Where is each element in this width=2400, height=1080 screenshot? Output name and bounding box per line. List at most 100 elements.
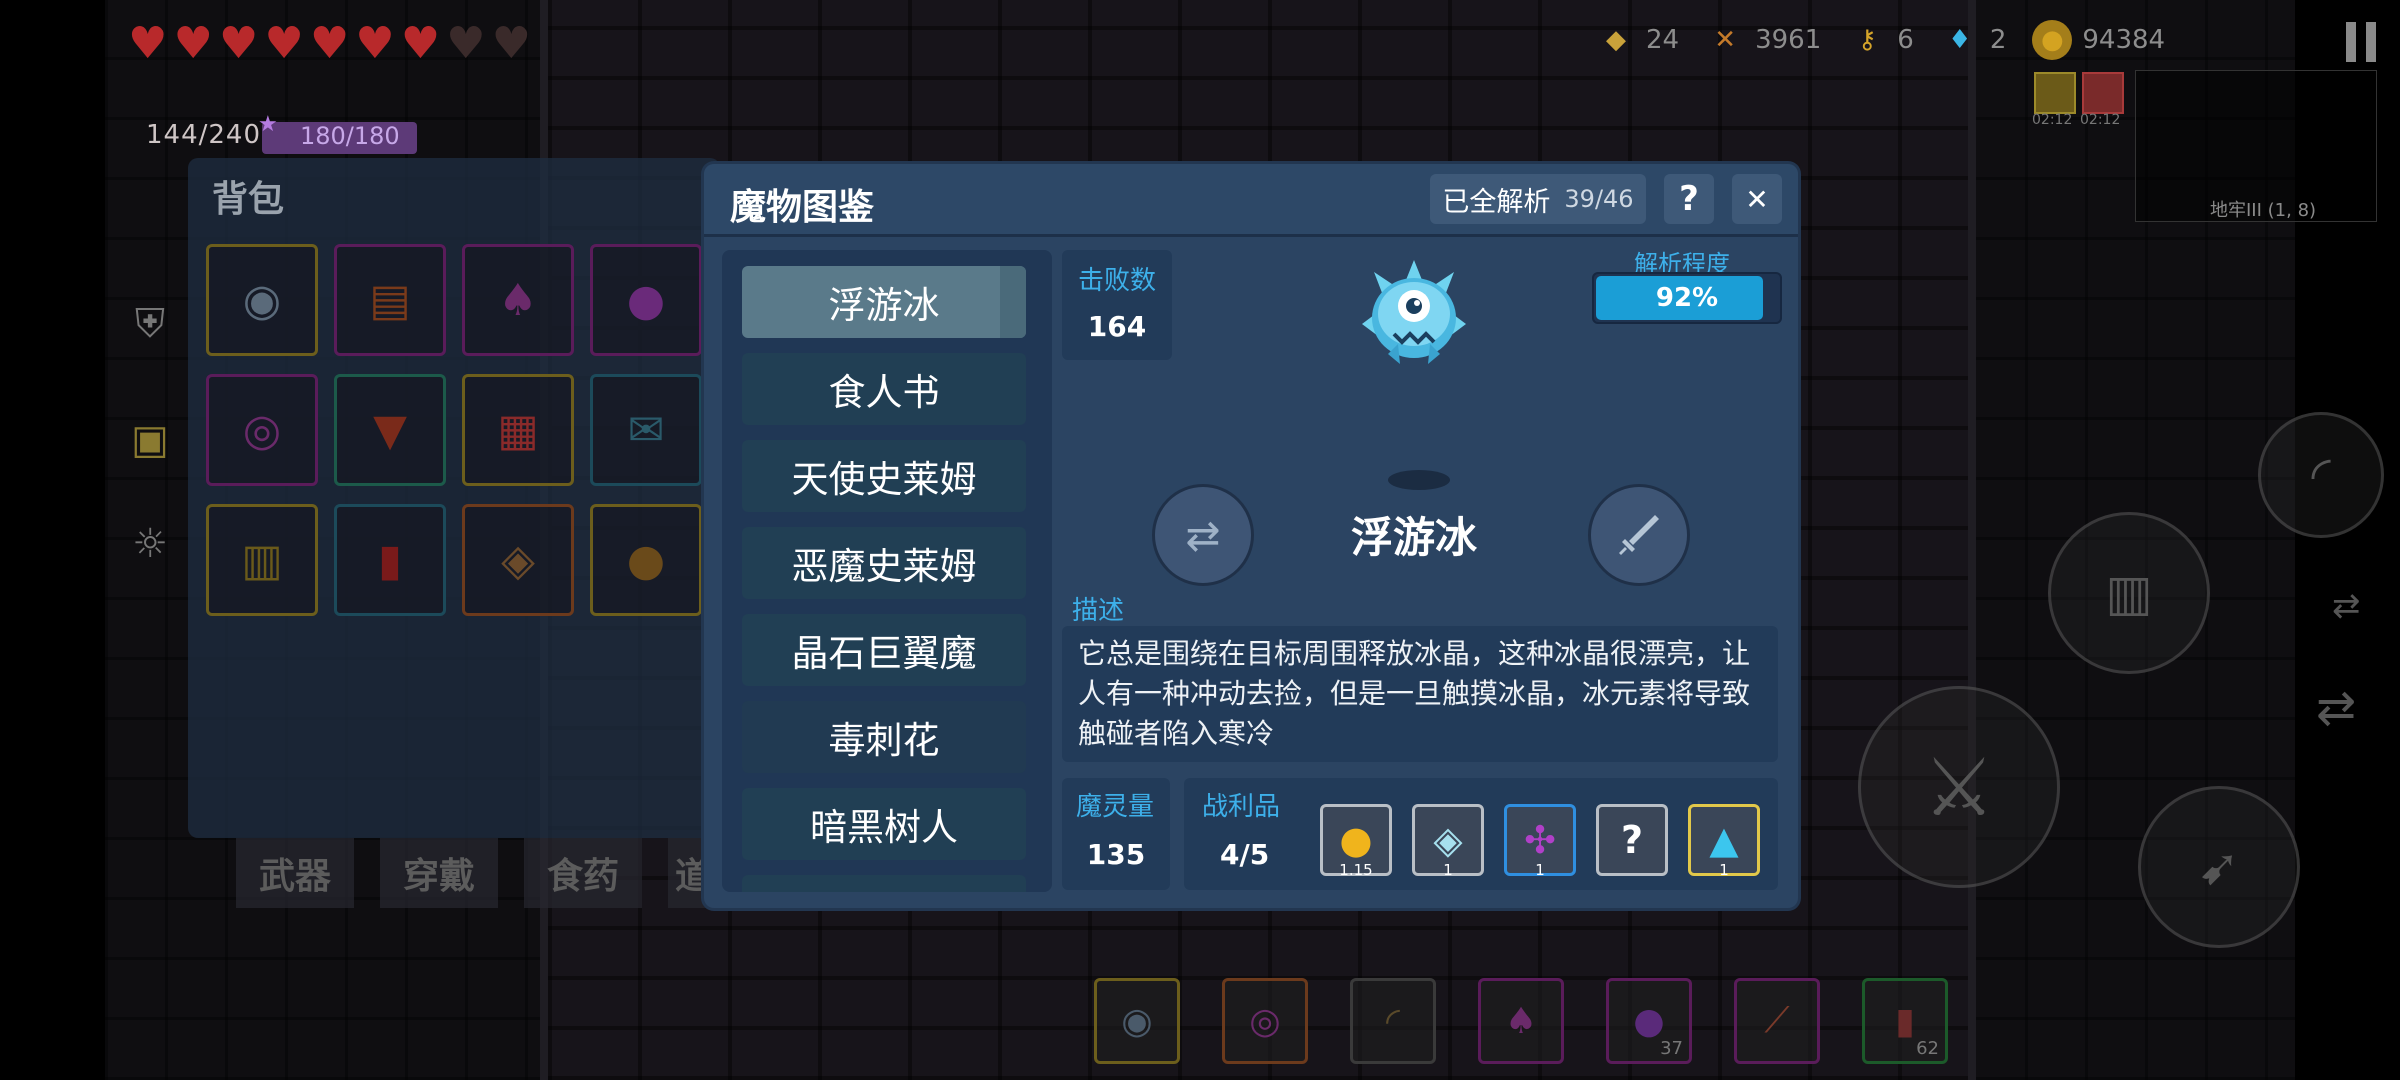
gem-crest-icon: ◆ bbox=[1606, 25, 1626, 55]
attack-button[interactable]: ⚔ bbox=[1858, 686, 2060, 888]
tab-food-medicine[interactable]: 食药 bbox=[524, 838, 642, 908]
swap-icon[interactable]: ⇄ bbox=[2332, 586, 2361, 626]
heart-icon: ♥ bbox=[218, 18, 259, 69]
monster-list-item[interactable]: 天使史莱姆 bbox=[742, 440, 1026, 512]
inventory-slot[interactable]: ▤ bbox=[334, 244, 446, 356]
inventory-slot[interactable]: ◎ bbox=[206, 374, 318, 486]
loot-item-count: 1 bbox=[1443, 861, 1453, 879]
resource-key: ⚷ 6 bbox=[1847, 20, 1914, 60]
buff-icon bbox=[2034, 72, 2076, 114]
monster-list-label: 食人书 bbox=[828, 371, 940, 414]
monster-list-item[interactable] bbox=[742, 875, 1026, 892]
treasure-chest-icon[interactable]: ▣ bbox=[122, 412, 178, 468]
hotbar-slot[interactable]: ⟋ bbox=[1734, 978, 1820, 1064]
loot-box: 战利品 4/5 ● 1.15 ◈ 1 ✣ 1 ? ▲ 1 bbox=[1184, 778, 1778, 890]
sprite-shadow bbox=[1388, 470, 1450, 490]
ice-crystal-icon: ▲ bbox=[1709, 818, 1739, 862]
resource-gem-crest: ◆ 24 bbox=[1596, 20, 1679, 60]
switch-weapon-icon[interactable]: ⇄ bbox=[2316, 680, 2356, 736]
hotbar-slot[interactable]: ♠ bbox=[1478, 978, 1564, 1064]
item-quick-button[interactable]: ▥ bbox=[2048, 512, 2210, 674]
inventory-slot[interactable]: ▮ bbox=[334, 504, 446, 616]
hotbar-slot[interactable]: ● 37 bbox=[1606, 978, 1692, 1064]
loot-slot[interactable]: ? bbox=[1596, 804, 1668, 876]
monster-list-item[interactable]: 食人书 bbox=[742, 353, 1026, 425]
inventory-slot[interactable]: ● bbox=[590, 244, 702, 356]
analysis-progress-bar: 92% bbox=[1592, 272, 1782, 324]
buff-icon bbox=[2082, 72, 2124, 114]
close-button[interactable]: ✕ bbox=[1732, 174, 1782, 224]
monster-list-item[interactable]: 浮游冰 bbox=[742, 266, 1026, 338]
hotbar-slot[interactable]: ◉ bbox=[1094, 978, 1180, 1064]
dash-button[interactable]: ➹ bbox=[2138, 786, 2300, 948]
hotbar-slot[interactable]: ◜ bbox=[1350, 978, 1436, 1064]
swap-monster-button[interactable]: ⇄ bbox=[1152, 484, 1254, 586]
heart-icon: ♥ bbox=[264, 18, 304, 69]
resource-value: 24 bbox=[1646, 25, 1680, 55]
heart-icon: ♥ bbox=[355, 18, 395, 69]
loot-slot[interactable]: ✣ 1 bbox=[1504, 804, 1576, 879]
loot-slot[interactable]: ◈ 1 bbox=[1412, 804, 1484, 879]
selection-bar bbox=[1000, 266, 1026, 338]
hotbar-slot[interactable]: ▮ 62 bbox=[1862, 978, 1948, 1064]
hotbar-slot[interactable]: ◎ bbox=[1222, 978, 1308, 1064]
mp-readout: 180/180 bbox=[300, 122, 400, 150]
monster-list-label: 恶魔史莱姆 bbox=[791, 545, 977, 588]
crystal-icon: ◈ bbox=[1433, 818, 1463, 862]
hp-readout: 144/240 bbox=[146, 120, 262, 150]
item-count: 62 bbox=[1916, 1038, 1939, 1059]
description-box: 它总是围绕在目标周围释放冰晶，这种冰晶很漂亮，让人有一种冲动去捡，但是一旦触摸冰… bbox=[1062, 626, 1778, 762]
item-count: 37 bbox=[1660, 1038, 1683, 1059]
backpack-title: 背包 bbox=[212, 179, 285, 220]
sword-button[interactable] bbox=[1588, 484, 1690, 586]
monster-list-label: 浮游冰 bbox=[828, 284, 940, 327]
loot-slot[interactable]: ● 1.15 bbox=[1320, 804, 1392, 879]
inventory-slot[interactable]: ▦ bbox=[462, 374, 574, 486]
help-button[interactable]: ? bbox=[1664, 174, 1714, 224]
mp-star-icon: ★ bbox=[258, 112, 278, 137]
inventory-slot[interactable]: ● bbox=[590, 504, 702, 616]
resource-crossbow: ✕ 3961 bbox=[1705, 20, 1821, 60]
monster-list-item[interactable]: 恶魔史莱姆 bbox=[742, 527, 1026, 599]
backpack-tabs: 武器 穿戴 食药 道 bbox=[236, 838, 718, 908]
empty-heart-icon: ♥ bbox=[491, 18, 532, 69]
backpack-grid: ◉ ▤ ♠ ● ◎ ▼ ▦ ✉ ▥ ▮ ◈ ● bbox=[206, 244, 702, 616]
inventory-slot[interactable]: ◈ bbox=[462, 504, 574, 616]
monster-list-item[interactable]: 暗黑树人 bbox=[742, 788, 1026, 860]
resource-diamond: ♦ 2 bbox=[1940, 20, 2006, 60]
skill-button[interactable]: ◜ bbox=[2258, 412, 2384, 538]
inventory-slot[interactable]: ▼ bbox=[334, 374, 446, 486]
analyzed-value: 39/46 bbox=[1564, 185, 1634, 213]
dialog-title: 魔物图鉴 bbox=[730, 187, 875, 228]
dialog-header: 魔物图鉴 已全解析 39/46 ? ✕ bbox=[704, 164, 1798, 237]
monster-list-item[interactable]: 晶石巨翼魔 bbox=[742, 614, 1026, 686]
tab-weapons[interactable]: 武器 bbox=[236, 838, 354, 908]
diamond-icon: ♦ bbox=[1948, 25, 1972, 55]
analyzed-label: 已全解析 bbox=[1442, 186, 1551, 218]
monster-list-label: 晶石巨翼魔 bbox=[791, 632, 977, 675]
buff-timer: 02:12 bbox=[2080, 112, 2121, 128]
unknown-icon: ? bbox=[1620, 818, 1644, 862]
sword-icon bbox=[1619, 515, 1659, 555]
inventory-slot[interactable]: ✉ bbox=[590, 374, 702, 486]
gold-coin-icon: ● bbox=[1339, 818, 1373, 862]
monster-list-label: 天使史莱姆 bbox=[791, 458, 977, 501]
monster-list-label: 毒刺花 bbox=[828, 719, 940, 762]
inventory-slot[interactable]: ♠ bbox=[462, 244, 574, 356]
monster-list[interactable]: 浮游冰 食人书 天使史莱姆 恶魔史莱姆 晶石巨翼魔 毒刺花 暗黑树人 bbox=[722, 250, 1052, 892]
tab-wearables[interactable]: 穿戴 bbox=[380, 838, 498, 908]
inventory-slot[interactable]: ◉ bbox=[206, 244, 318, 356]
pause-button[interactable] bbox=[2346, 22, 2378, 62]
crossbow-icon: ✕ bbox=[1714, 25, 1736, 55]
lightbulb-icon[interactable]: ☼ bbox=[122, 516, 178, 572]
equipment-shield-icon[interactable]: ⛨ bbox=[122, 296, 178, 352]
inventory-slot[interactable]: ▥ bbox=[206, 504, 318, 616]
monster-list-item[interactable]: 毒刺花 bbox=[742, 701, 1026, 773]
monster-name: 浮游冰 bbox=[1350, 513, 1477, 562]
mana-value: 135 bbox=[1086, 838, 1146, 871]
mana-label: 魔灵量 bbox=[1076, 792, 1155, 822]
buff-timer: 02:12 bbox=[2032, 112, 2073, 128]
floating-ice-monster-sprite bbox=[1362, 260, 1466, 364]
loot-slot[interactable]: ▲ 1 bbox=[1688, 804, 1760, 879]
loot-label: 战利品 bbox=[1202, 792, 1281, 822]
